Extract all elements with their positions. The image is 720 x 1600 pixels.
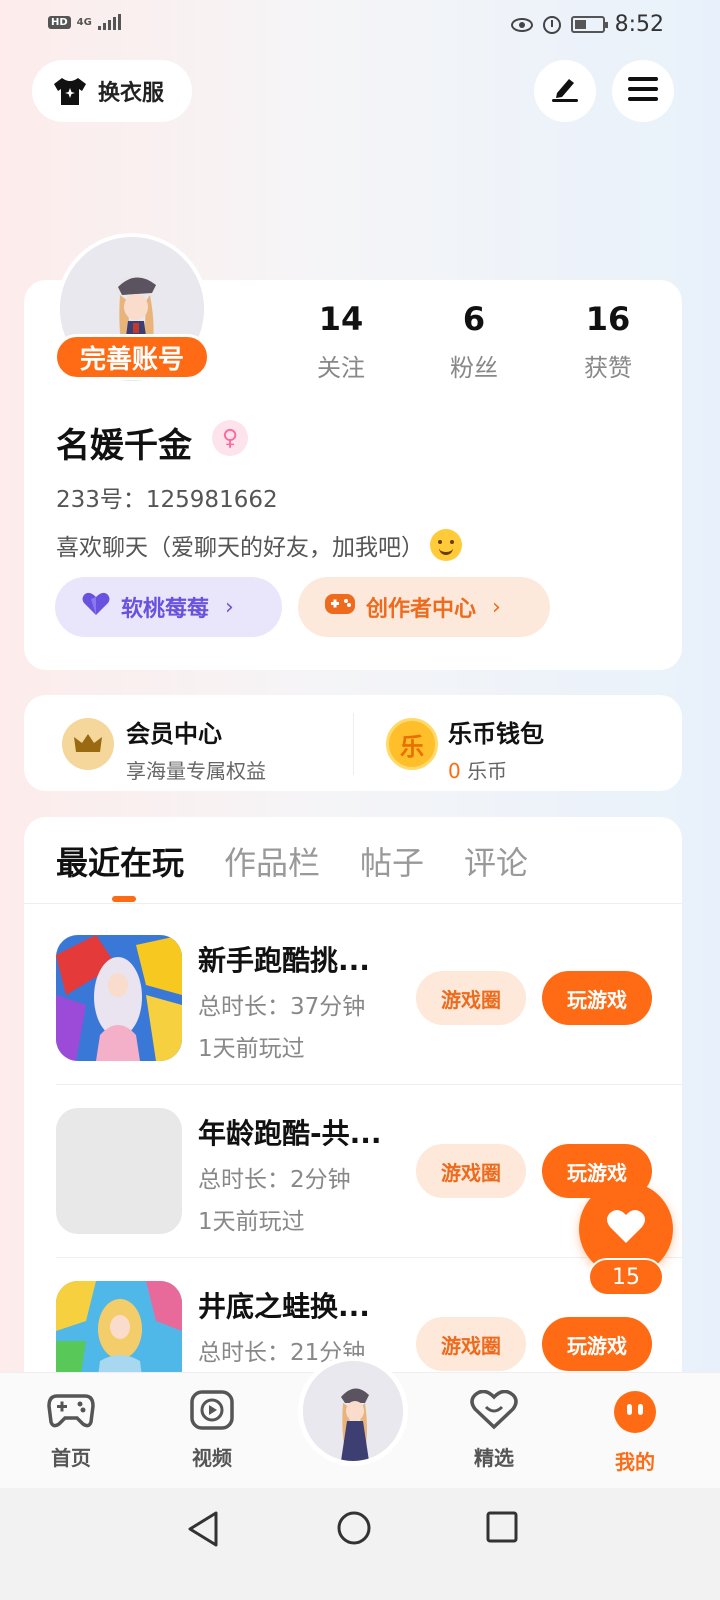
change-outfit-label: 换衣服 [98, 81, 165, 106]
wallet-button[interactable]: 乐币钱包 0 乐币 [448, 714, 544, 784]
tab-posts[interactable]: 帖子 [360, 838, 424, 884]
game-thumbnail[interactable] [56, 1108, 182, 1234]
likes-label: 获赞 [584, 354, 632, 382]
home-circle-icon[interactable] [336, 1510, 372, 1550]
soft-peach-label: 软桃莓莓 [121, 597, 210, 622]
heart-icon [606, 1209, 646, 1249]
wallet-balance: 0 乐币 [448, 755, 544, 784]
following-label: 关注 [317, 354, 365, 382]
member-center-title: 会员中心 [126, 720, 222, 748]
nav-avatar-center[interactable] [298, 1356, 408, 1466]
status-left: HD 4G [48, 14, 121, 30]
shirt-icon [52, 76, 88, 106]
menu-icon [627, 76, 659, 106]
likes-count: 16 [585, 300, 631, 338]
clock: 8:52 [614, 12, 664, 37]
nav-video-label: 视频 [192, 1446, 232, 1470]
stat-likes[interactable]: 16 获赞 [548, 300, 668, 383]
soft-peach-button[interactable]: 软桃莓莓 › [55, 577, 282, 637]
crown-icon [62, 718, 114, 770]
gamepad-icon [47, 1390, 95, 1434]
like-count-badge: 15 [588, 1258, 664, 1296]
nav-video[interactable]: 视频 [167, 1390, 257, 1471]
female-gender-icon: ♀ [212, 420, 248, 456]
complete-account-badge[interactable]: 完善账号 [54, 334, 210, 380]
smiley-face-icon [613, 1390, 657, 1438]
creator-center-button[interactable]: 创作者中心 › [298, 577, 550, 637]
play-game-button[interactable]: 玩游戏 [542, 971, 652, 1025]
chevron-right-icon: › [225, 594, 234, 620]
fans-label: 粉丝 [450, 354, 498, 382]
following-count: 14 [318, 300, 364, 338]
nav-mine-label: 我的 [615, 1450, 655, 1474]
game-row[interactable]: 新手跑酷挑... 总时长：37分钟 1天前玩过 游戏圈 玩游戏 [56, 935, 682, 1083]
member-center-subtitle: 享海量专属权益 [126, 759, 266, 783]
game-duration: 总时长：2分钟 [198, 1167, 351, 1193]
signal-icon [97, 14, 121, 30]
game-thumbnail-image-icon [56, 1281, 182, 1373]
alarm-icon [542, 15, 561, 34]
nav-featured[interactable]: 精选 [449, 1389, 539, 1471]
wallet-amount: 0 [448, 759, 461, 783]
coin-icon: 乐 [386, 718, 438, 770]
wallet-unit: 乐币 [460, 759, 508, 783]
smile-emoji-icon [430, 529, 462, 561]
status-bar: HD 4G 8:52 [0, 0, 720, 50]
tab-works[interactable]: 作品栏 [224, 838, 320, 884]
eye-icon [510, 17, 533, 32]
divider [353, 713, 354, 775]
status-right: 8:52 [510, 12, 664, 37]
recents-square-icon[interactable] [485, 1510, 519, 1548]
game-circle-button[interactable]: 游戏圈 [416, 1144, 526, 1198]
heart-gem-icon [81, 591, 111, 623]
game-last-played: 1天前玩过 [198, 1036, 305, 1062]
tab-recently-played[interactable]: 最近在玩 [56, 838, 184, 884]
nav-home-label: 首页 [51, 1446, 91, 1470]
nav-mine[interactable]: 我的 [590, 1390, 680, 1475]
menu-button[interactable] [612, 60, 674, 122]
game-title: 年龄跑酷-共... [198, 1117, 382, 1150]
chevron-right-icon: › [492, 594, 501, 620]
game-title: 新手跑酷挑... [198, 944, 370, 977]
play-game-button[interactable]: 玩游戏 [542, 1317, 652, 1371]
hd-badge: HD [48, 15, 71, 29]
row-divider [56, 1084, 682, 1085]
tab-comments[interactable]: 评论 [464, 838, 528, 884]
pen-icon [549, 75, 581, 107]
game-circle-button[interactable]: 游戏圈 [416, 971, 526, 1025]
back-icon[interactable] [186, 1510, 220, 1552]
stat-fans[interactable]: 6 粉丝 [414, 300, 534, 383]
fans-count: 6 [462, 300, 486, 338]
game-duration: 总时长：37分钟 [198, 994, 366, 1020]
network-label: 4G [76, 16, 92, 28]
change-outfit-button[interactable]: 换衣服 [32, 60, 192, 122]
username: 名媛千金 [56, 426, 192, 466]
game-last-played: 1天前玩过 [198, 1209, 305, 1235]
heart-badge-icon [470, 1389, 518, 1434]
nav-featured-label: 精选 [474, 1446, 514, 1470]
content-tabs: 最近在玩 作品栏 帖子 评论 [56, 838, 528, 884]
battery-icon [570, 16, 608, 33]
edit-profile-button[interactable] [534, 60, 596, 122]
bio-text: 喜欢聊天（爱聊天的好友，加我吧） [56, 535, 424, 561]
member-center-button[interactable]: 会员中心 享海量专属权益 [126, 714, 266, 784]
game-thumbnail-image-icon [56, 935, 182, 1061]
avatar-character-icon [303, 1361, 403, 1461]
bio: 喜欢聊天（爱聊天的好友，加我吧） [56, 528, 462, 562]
user-id: 233号：125981662 [56, 487, 278, 513]
tab-divider [24, 903, 682, 904]
game-thumbnail[interactable] [56, 1281, 182, 1373]
wallet-title: 乐币钱包 [448, 720, 544, 748]
system-navigation-bar [0, 1488, 720, 1600]
creator-center-label: 创作者中心 [366, 597, 477, 622]
tab-indicator [112, 896, 136, 902]
game-title: 井底之蛙换... [198, 1290, 370, 1323]
gamepad-icon [324, 591, 356, 623]
game-thumbnail[interactable] [56, 935, 182, 1061]
game-circle-button[interactable]: 游戏圈 [416, 1317, 526, 1371]
nav-home[interactable]: 首页 [26, 1390, 116, 1471]
video-icon [190, 1390, 234, 1434]
stat-following[interactable]: 14 关注 [281, 300, 401, 383]
